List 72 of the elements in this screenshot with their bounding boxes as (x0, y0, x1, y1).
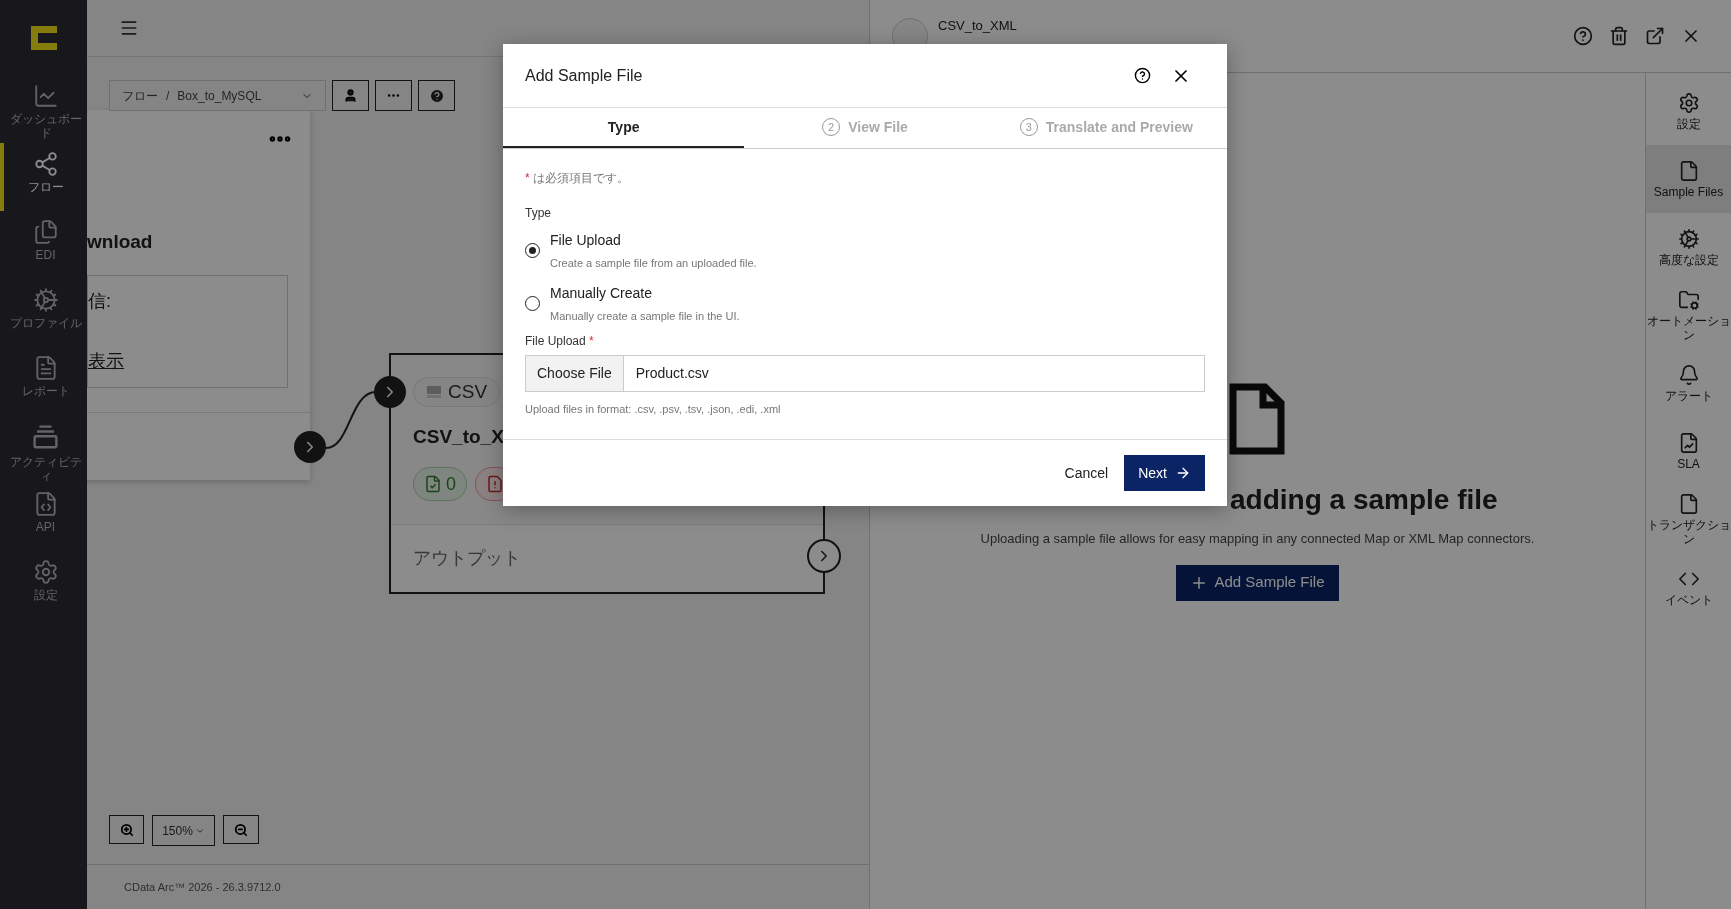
option-label: Manually Create (550, 283, 653, 303)
rail-item[interactable]: Sample Files (1646, 145, 1731, 213)
radio-option[interactable]: File Upload Create a sample file from an uploaded file. (525, 230, 1205, 272)
option-description: Manually create a sample file in the UI. (550, 308, 740, 324)
settings-icon (32, 559, 59, 585)
share-nodes-icon (32, 151, 59, 177)
empty-state-description: Uploading a sample file allows for easy mapping in any connected Map or XML Map connectors. (979, 530, 1536, 548)
user-icon (343, 88, 358, 103)
step-tab[interactable]: Type (503, 108, 745, 148)
help-button[interactable] (418, 80, 455, 111)
trash-icon[interactable] (1609, 26, 1629, 46)
user-button[interactable] (332, 80, 369, 111)
bell-icon (1677, 363, 1700, 386)
details-label: 信: (88, 290, 112, 313)
file-input[interactable]: Choose File Product.csv (525, 355, 1205, 392)
zoom-out-icon (234, 822, 248, 837)
step-tab[interactable]: 3 Translate and Preview (985, 108, 1227, 148)
next-button[interactable]: Next (1124, 455, 1205, 491)
nav-item[interactable]: アクティビティ (0, 415, 87, 483)
cancel-button[interactable]: Cancel (1060, 462, 1113, 484)
file-check-icon (424, 475, 442, 493)
required-note: * は必須項目です。 (525, 170, 630, 187)
nav-item[interactable]: レポート (0, 347, 87, 415)
choose-file-button[interactable]: Choose File (526, 356, 624, 391)
port-button[interactable] (294, 431, 326, 463)
file-name: Product.csv (634, 364, 710, 383)
status-badge: 0 (413, 467, 467, 501)
logo-icon (30, 25, 57, 50)
option-label: File Upload (550, 231, 622, 250)
breadcrumb-select[interactable]: フロー / Box_to_MySQL (109, 80, 326, 111)
port-button[interactable] (374, 376, 406, 408)
cog-icon (1677, 227, 1700, 250)
file-warning-icon (486, 475, 504, 493)
file-icon (1229, 383, 1285, 455)
details-link[interactable]: 表示 (88, 348, 287, 375)
cog-icon (32, 287, 59, 313)
zoom-out-button[interactable] (223, 815, 259, 844)
dialog-title: Add Sample File (525, 65, 644, 86)
connector-line (325, 390, 377, 450)
card-title: wnload (87, 230, 153, 254)
card-title: CSV_to_X (413, 425, 504, 449)
folder-gear-icon (1677, 288, 1700, 311)
zoom-level-select[interactable]: 150% (152, 815, 215, 846)
settings-icon (1677, 91, 1700, 114)
empty-state-heading: adding a sample file (1230, 483, 1499, 517)
csv-file-icon (426, 385, 442, 399)
output-label: アウトプット (413, 547, 521, 570)
nav-item[interactable]: API (0, 483, 87, 551)
version-text: CData Arc™ 2026 - 26.3.9712.0 (124, 879, 281, 895)
more-button[interactable] (375, 80, 412, 111)
step-tab[interactable]: 2 View File (744, 108, 986, 148)
option-description: Create a sample file from an uploaded file. (550, 256, 757, 271)
help-icon[interactable] (1134, 67, 1151, 84)
external-link-icon[interactable] (1645, 26, 1665, 46)
menu-button[interactable] (119, 18, 139, 38)
type-label: Type (525, 205, 552, 222)
help-icon (428, 87, 445, 104)
nav-item[interactable]: 設定 (0, 551, 87, 619)
nav-item[interactable]: EDI (0, 211, 87, 279)
nav-item[interactable]: ダッシュボード (0, 75, 87, 143)
chart-line-icon (32, 83, 59, 109)
zoom-in-icon (119, 822, 134, 837)
zoom-in-button[interactable] (109, 815, 144, 844)
radio-option[interactable]: Manually Create Manually create a sample file in the UI. (525, 282, 1205, 324)
connector-title: CSV_to_XML (938, 17, 1018, 35)
field-hint: Upload files in format: .csv, .psv, .tsv, .json, .edi, .xml (525, 402, 782, 417)
arrow-right-icon (1175, 465, 1191, 481)
field-label: File Upload * (525, 333, 595, 350)
type-chip: CSV (413, 377, 501, 407)
add-sample-file-button[interactable]: Add Sample File (1176, 564, 1339, 601)
port-button[interactable] (807, 539, 841, 573)
files-icon (32, 219, 59, 245)
